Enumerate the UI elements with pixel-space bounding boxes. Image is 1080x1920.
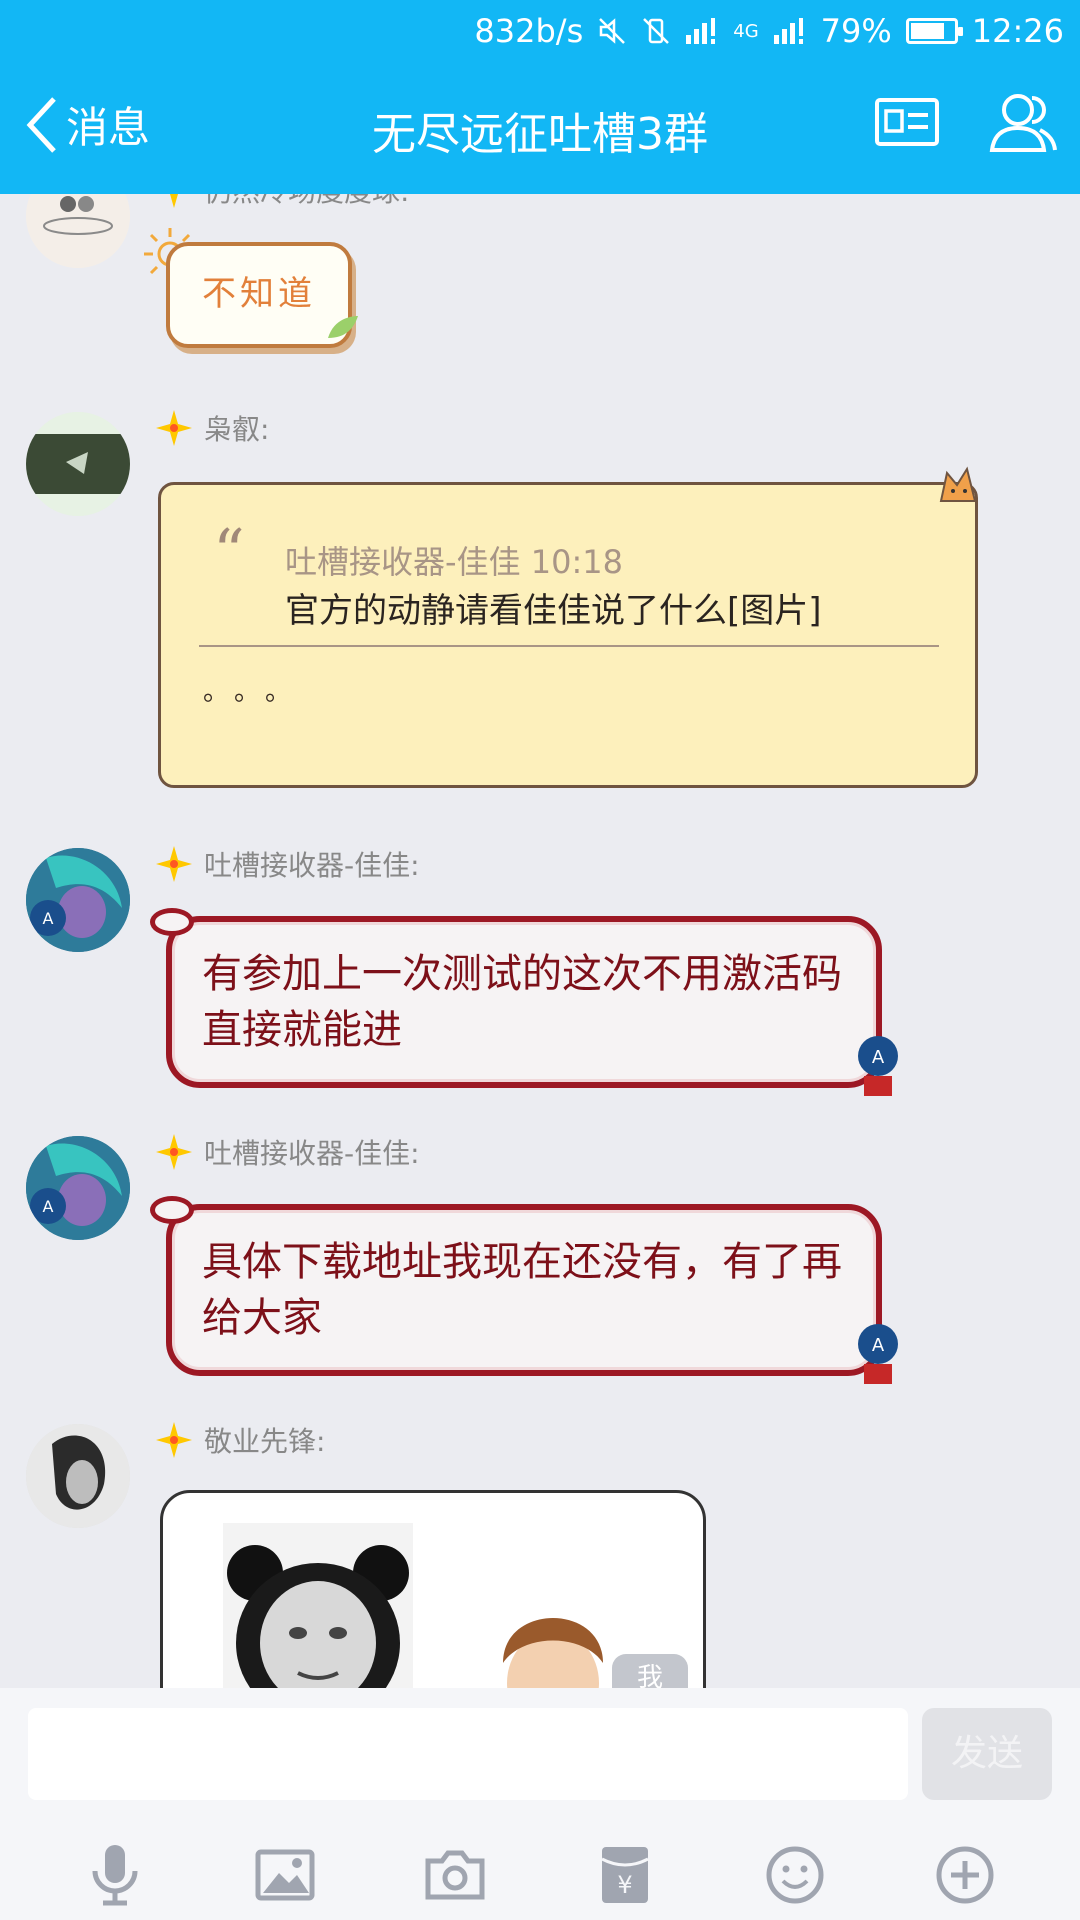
cat-decoration-icon [913, 463, 983, 507]
member-badge-icon [170, 194, 178, 208]
message-bubble[interactable]: 有参加上一次测试的这次不用激活码直接就能进 A [150, 908, 898, 1096]
plus-icon[interactable] [930, 1840, 1000, 1910]
signal-4g-icon [773, 17, 807, 45]
network-type: 4G [733, 20, 759, 42]
signal-icon [685, 17, 719, 45]
send-button[interactable]: 发送 [922, 1708, 1052, 1800]
svg-text:A: A [43, 1197, 54, 1216]
svg-text:A: A [872, 1047, 885, 1068]
sender-name: 仍然冷场度度球: [204, 194, 409, 210]
me-tag: 我 [612, 1654, 688, 1688]
avatar[interactable]: A [26, 1136, 130, 1240]
svg-text:A: A [872, 1335, 885, 1356]
sender-name-row: 枭叡: [154, 408, 269, 448]
group-members-icon[interactable] [988, 90, 1060, 154]
sender-name-row: 吐槽接收器-佳佳: [154, 1132, 420, 1172]
sender-name: 吐槽接收器-佳佳: [204, 1137, 420, 1170]
avatar[interactable]: A [26, 848, 130, 952]
mascot-icon: A [858, 1036, 898, 1096]
nav-actions [874, 90, 1060, 154]
quoted-meta: 吐槽接收器-佳佳 10:18 [285, 543, 623, 581]
status-bar: 832b/s 4G 79% 12:26 [474, 10, 1064, 52]
svg-text:A: A [43, 909, 54, 928]
emoji-icon[interactable] [760, 1840, 830, 1910]
clock: 12:26 [971, 12, 1064, 50]
network-speed: 832b/s [474, 12, 584, 50]
avatar[interactable] [26, 194, 130, 268]
quote-mark-icon: “ [213, 515, 245, 588]
mascot-icon: A [858, 1324, 898, 1384]
battery-percent: 79% [820, 12, 892, 50]
vibrate-off-icon [641, 16, 671, 46]
reply-text: 。。。 [203, 677, 310, 707]
battery-fill [910, 23, 944, 39]
nav-bar: 消息 无尽远征吐槽3群 [0, 80, 1080, 180]
toolbar: ¥ [0, 1840, 1080, 1910]
quote-reply-bubble[interactable]: “ 吐槽接收器-佳佳 10:18 官方的动静请看佳佳说了什么[图片] 。。。 [158, 466, 978, 788]
sender-name: 敬业先锋: [204, 1425, 326, 1458]
mute-icon [597, 16, 627, 46]
member-badge-icon [156, 1134, 192, 1170]
quote-divider [199, 645, 939, 647]
member-badge-icon [156, 846, 192, 882]
leaf-decoration-icon [324, 312, 362, 346]
image-icon[interactable] [250, 1840, 320, 1910]
member-badge-icon [156, 1422, 192, 1458]
sender-name-row: 吐槽接收器-佳佳: [154, 844, 420, 884]
sender-name: 吐槽接收器-佳佳: [204, 849, 420, 882]
sender-name-row: 敬业先锋: [154, 1420, 325, 1460]
sender-name: 枭叡: [204, 413, 270, 446]
message-bubble[interactable]: 具体下载地址我现在还没有，有了再给大家 A [150, 1196, 898, 1384]
red-packet-icon[interactable]: ¥ [590, 1840, 660, 1910]
message-input[interactable] [28, 1708, 908, 1800]
bubble-curl [150, 908, 194, 936]
avatar[interactable] [26, 412, 130, 516]
member-badge-icon [156, 410, 192, 446]
svg-text:¥: ¥ [617, 1871, 632, 1899]
chat-area[interactable]: 仍然冷场度度球: 不知道 枭叡: “ 吐槽接收器-佳佳 10:18 官方的动静请… [0, 194, 1080, 1688]
message-text: 具体下载地址我现在还没有，有了再给大家 [202, 1239, 842, 1341]
input-bar: 发送 ¥ [0, 1688, 1080, 1920]
bubble-curl [150, 1196, 194, 1224]
mic-icon[interactable] [80, 1840, 150, 1910]
quoted-text: 官方的动静请看佳佳说了什么[图片] [285, 591, 822, 631]
battery-icon [905, 18, 963, 44]
top-bar: 832b/s 4G 79% 12:26 消息 无尽远征吐槽3群 [0, 0, 1080, 194]
avatar[interactable] [26, 1424, 130, 1528]
camera-icon[interactable] [420, 1840, 490, 1910]
message-text: 有参加上一次测试的这次不用激活码直接就能进 [202, 951, 842, 1053]
sender-name-row: 仍然冷场度度球: [154, 194, 409, 210]
group-card-icon[interactable] [874, 97, 940, 147]
